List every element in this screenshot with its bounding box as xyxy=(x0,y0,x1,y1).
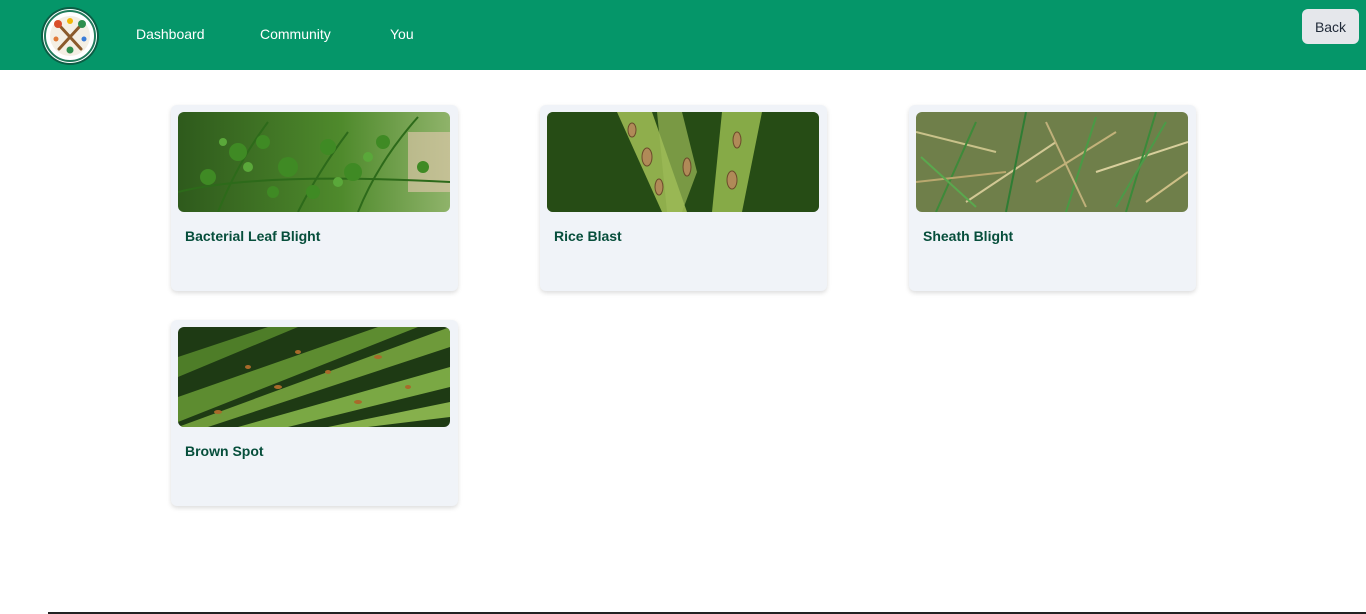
nav-link-dashboard[interactable]: Dashboard xyxy=(136,24,205,44)
carrot-foliage-photo xyxy=(178,112,450,212)
nav-link-you[interactable]: You xyxy=(390,24,414,44)
grass-field-photo xyxy=(916,112,1188,212)
back-button[interactable]: Back xyxy=(1302,9,1359,44)
disease-card-sheath-blight[interactable]: Sheath Blight xyxy=(909,105,1196,291)
disease-card-title: Rice Blast xyxy=(554,228,622,244)
disease-card-title: Bacterial Leaf Blight xyxy=(185,228,321,244)
disease-card-bacterial-leaf-blight[interactable]: Bacterial Leaf Blight xyxy=(171,105,458,291)
spotted-leaves-photo xyxy=(178,327,450,427)
disease-card-title: Sheath Blight xyxy=(923,228,1014,244)
disease-card-title: Brown Spot xyxy=(185,443,264,459)
blast-lesion-leaf-photo xyxy=(547,112,819,212)
disease-card-rice-blast[interactable]: Rice Blast xyxy=(540,105,827,291)
nav-link-community[interactable]: Community xyxy=(260,24,331,44)
top-navbar: Dashboard Community You Back xyxy=(0,0,1366,70)
garden-tools-icon[interactable] xyxy=(43,9,97,63)
disease-card-brown-spot[interactable]: Brown Spot xyxy=(171,320,458,506)
